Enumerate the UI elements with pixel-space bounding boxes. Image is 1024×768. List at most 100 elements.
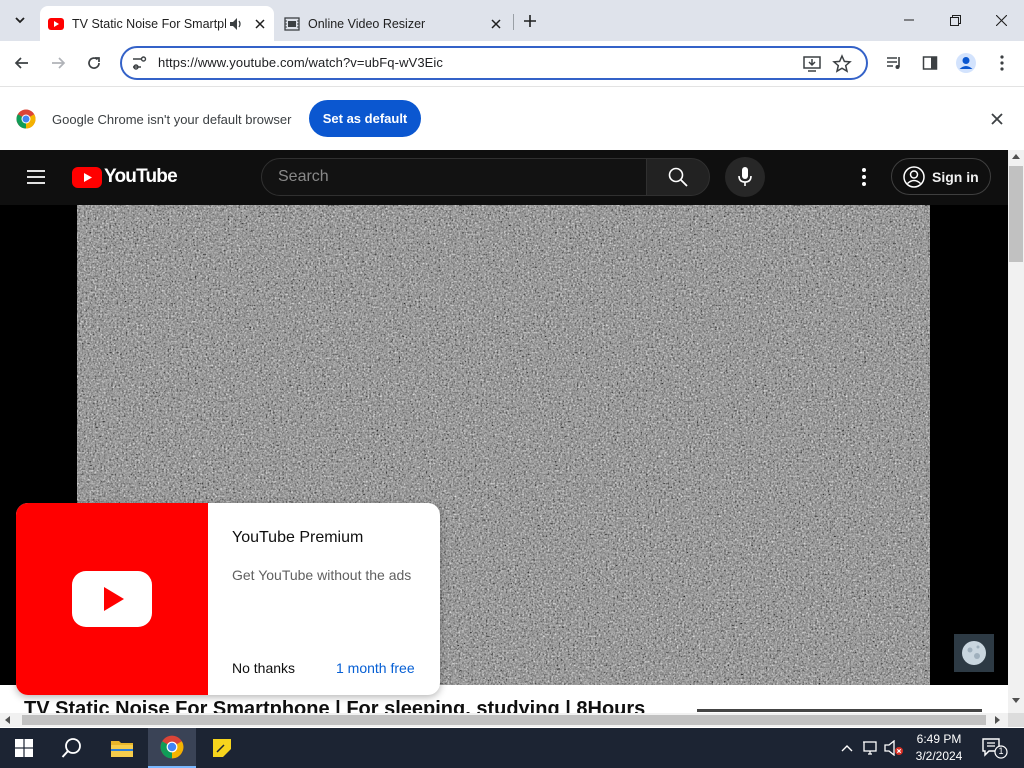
moon-icon	[962, 641, 986, 665]
youtube-play-logo-icon	[72, 571, 152, 627]
speaker-muted-icon	[884, 740, 903, 756]
sign-in-label: Sign in	[932, 168, 979, 185]
forward-button[interactable]	[44, 49, 72, 77]
file-explorer-button[interactable]	[98, 728, 146, 768]
scroll-up-arrow[interactable]	[1012, 154, 1020, 159]
sticky-notes-icon	[213, 739, 231, 757]
promo-title: YouTube Premium	[232, 529, 364, 546]
vertical-scrollbar[interactable]	[1008, 150, 1024, 713]
network-status-button[interactable]	[861, 738, 881, 758]
start-button[interactable]	[0, 728, 48, 768]
chevron-down-icon	[15, 17, 25, 24]
taskbar-search-button[interactable]	[48, 728, 96, 768]
one-month-free-button[interactable]: 1 month free	[336, 660, 415, 676]
scroll-left-arrow[interactable]	[5, 716, 10, 724]
scroll-right-arrow[interactable]	[995, 716, 1000, 724]
show-hidden-icons-button[interactable]	[837, 738, 857, 758]
side-panel-button[interactable]	[916, 49, 944, 77]
tab-title: TV Static Noise For Smartphone | For sle…	[72, 16, 226, 31]
windows-taskbar: 6:49 PM 3/2/2024 1	[0, 728, 1024, 768]
url-text[interactable]: https://www.youtube.com/watch?v=ubFq-wV3…	[158, 55, 443, 70]
chrome-logo-icon	[160, 735, 184, 759]
sticky-notes-button[interactable]	[198, 728, 246, 768]
dark-mode-extension-button[interactable]	[954, 634, 994, 672]
close-tab-icon[interactable]	[250, 14, 270, 34]
chrome-taskbar-button[interactable]	[148, 728, 196, 768]
tab-divider	[513, 14, 514, 30]
scroll-down-arrow[interactable]	[1012, 698, 1020, 703]
voice-search-button[interactable]	[725, 157, 765, 197]
browser-toolbar: https://www.youtube.com/watch?v=ubFq-wV3…	[0, 41, 1024, 86]
profile-avatar-icon	[956, 53, 976, 73]
close-tab-icon[interactable]	[486, 14, 506, 34]
install-app-icon[interactable]	[802, 54, 822, 74]
search-icon	[61, 738, 81, 758]
address-bar[interactable]: https://www.youtube.com/watch?v=ubFq-wV3…	[120, 46, 868, 80]
tab-youtube[interactable]: TV Static Noise For Smartphone | For sle…	[40, 6, 274, 41]
scrollbar-thumb[interactable]	[22, 715, 986, 725]
account-circle-icon	[903, 165, 925, 188]
back-arrow-icon	[14, 57, 28, 69]
youtube-logo[interactable]: YouTube	[72, 166, 178, 188]
video-resizer-icon	[284, 16, 300, 31]
restore-button[interactable]	[932, 0, 978, 40]
restore-icon	[949, 14, 961, 26]
network-icon	[863, 741, 877, 755]
sign-in-button[interactable]: Sign in	[891, 158, 991, 195]
no-thanks-button[interactable]: No thanks	[232, 660, 295, 676]
youtube-settings-button[interactable]	[852, 165, 876, 189]
infobar-message: Google Chrome isn't your default browser	[52, 112, 292, 127]
scrollbar-thumb[interactable]	[1009, 166, 1023, 262]
site-info-icon[interactable]	[130, 54, 148, 72]
youtube-search-input[interactable]: Search	[261, 158, 647, 196]
media-queue-icon	[887, 57, 900, 69]
reload-button[interactable]	[80, 49, 108, 77]
back-button[interactable]	[8, 49, 36, 77]
vertical-dots-icon	[1000, 55, 1004, 71]
clock-time: 6:49 PM	[916, 732, 962, 746]
microphone-icon	[738, 167, 752, 186]
chrome-logo-icon	[16, 109, 36, 129]
youtube-play-logo-icon	[72, 166, 102, 188]
youtube-wordmark: YouTube	[104, 166, 178, 187]
video-title: TV Static Noise For Smartphone | For sle…	[24, 698, 646, 713]
search-placeholder: Search	[278, 168, 329, 185]
bookmark-star-icon[interactable]	[832, 54, 852, 74]
minimize-icon	[904, 19, 914, 21]
reload-icon	[88, 57, 100, 69]
scrollbar-corner	[1008, 713, 1024, 727]
search-icon	[668, 167, 688, 187]
minimize-button[interactable]	[886, 0, 932, 40]
volume-button[interactable]	[884, 738, 904, 758]
default-browser-infobar: Google Chrome isn't your default browser…	[0, 86, 1024, 150]
close-icon[interactable]	[988, 110, 1006, 128]
tab-strip: TV Static Noise For Smartphone | For sle…	[0, 0, 1024, 41]
set-as-default-button[interactable]: Set as default	[309, 100, 421, 137]
media-control-button[interactable]	[880, 49, 908, 77]
forward-arrow-icon	[52, 57, 66, 69]
youtube-icon	[48, 17, 64, 30]
chrome-menu-button[interactable]	[988, 49, 1016, 77]
close-icon	[995, 14, 1007, 26]
action-center-button[interactable]: 1	[980, 736, 1008, 760]
profile-button[interactable]	[952, 49, 980, 77]
speaker-icon[interactable]	[226, 14, 246, 34]
notification-count: 1	[998, 746, 1004, 756]
horizontal-scrollbar[interactable]	[0, 713, 1008, 727]
new-tab-button[interactable]	[518, 9, 542, 33]
youtube-search-button[interactable]	[646, 158, 710, 196]
tab-video-resizer[interactable]: Online Video Resizer	[276, 6, 510, 41]
tab-title: Online Video Resizer	[308, 16, 426, 31]
tab-search-button[interactable]	[6, 8, 34, 32]
windows-logo-icon	[15, 739, 33, 757]
promo-description: Get YouTube without the ads	[232, 567, 412, 583]
side-panel-icon	[922, 56, 938, 70]
promo-artwork	[16, 503, 208, 695]
folder-icon	[111, 741, 133, 757]
taskbar-clock[interactable]: 6:49 PM 3/2/2024	[906, 731, 972, 765]
close-window-button[interactable]	[978, 0, 1024, 40]
hamburger-menu-icon[interactable]	[24, 165, 48, 189]
plus-icon	[524, 15, 536, 27]
youtube-header: YouTube Search Sign in	[0, 150, 1008, 205]
clock-date: 3/2/2024	[915, 749, 963, 763]
